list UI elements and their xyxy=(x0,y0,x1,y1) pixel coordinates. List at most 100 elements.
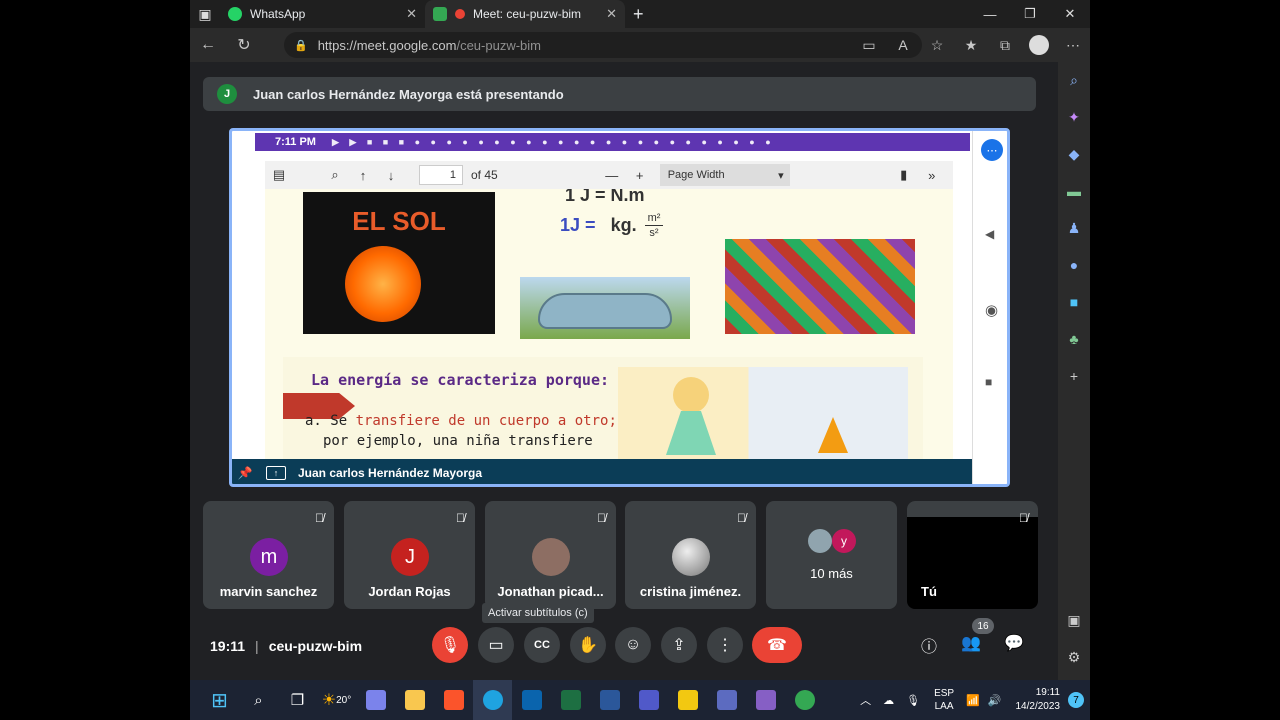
sidebar-toggle-icon[interactable]: ▤ xyxy=(265,167,293,183)
energy-point-a-example: por ejemplo, una niña transfiere xyxy=(323,433,593,449)
wifi-icon[interactable]: 📶 xyxy=(966,694,980,707)
gear-icon[interactable]: ⚙ xyxy=(1058,649,1090,666)
more-tools-icon[interactable]: » xyxy=(918,168,946,183)
close-icon[interactable]: ✕ xyxy=(606,6,617,22)
mic-off-button[interactable]: 🎙 xyxy=(432,627,468,663)
camera-off-button[interactable]: ▭ xyxy=(478,627,514,663)
camera-icon[interactable]: ▭ xyxy=(852,37,886,54)
girl-head xyxy=(673,377,709,413)
collections-icon[interactable]: ⧉ xyxy=(988,37,1022,54)
search-icon[interactable]: ⌕ xyxy=(321,167,349,183)
captions-button[interactable]: CC xyxy=(524,627,560,663)
participant-tile[interactable]: 🎙̸ J Jordan Rojas xyxy=(344,501,475,609)
bookmark-icon[interactable]: ▮ xyxy=(890,167,918,183)
reload-icon[interactable]: ↻ xyxy=(226,28,262,62)
minimize-icon[interactable]: — xyxy=(970,0,1010,28)
maximize-icon[interactable]: ❐ xyxy=(1010,0,1050,28)
close-icon[interactable]: ✕ xyxy=(406,6,417,22)
raise-hand-button[interactable]: ✋ xyxy=(570,627,606,663)
pin-icon[interactable]: 📌 xyxy=(232,466,258,480)
meeting-code: ceu-puzw-bim xyxy=(268,638,363,654)
whatsapp-icon xyxy=(228,7,242,21)
edge-icon[interactable] xyxy=(473,680,512,720)
zoom-select[interactable]: Page Width ▾ xyxy=(659,164,790,186)
favorites-icon[interactable]: ★ xyxy=(954,37,988,54)
games-icon[interactable]: ♟ xyxy=(1058,220,1090,237)
chrome-icon[interactable] xyxy=(785,680,824,720)
leave-call-button[interactable]: ☎ xyxy=(752,627,802,663)
participant-tile[interactable]: 🎙̸ cristina jiménez. xyxy=(625,501,756,609)
clock[interactable]: 19:11 14/2/2023 xyxy=(1016,686,1061,714)
cloud-icon[interactable]: ☁ xyxy=(883,694,894,707)
teams-icon[interactable] xyxy=(629,680,668,720)
visual-studio-icon[interactable] xyxy=(746,680,785,720)
fraction-numerator: m² xyxy=(647,212,661,224)
people-icon[interactable]: 👥 xyxy=(959,633,983,653)
favorite-icon[interactable]: ☆ xyxy=(920,37,954,54)
recents-square-icon[interactable]: ■ xyxy=(985,375,992,389)
office-icon[interactable]: ● xyxy=(1058,257,1090,273)
participant-name: Jonathan picad... xyxy=(497,584,604,599)
teams-chat-icon[interactable] xyxy=(356,680,395,720)
sun-disc xyxy=(345,246,421,322)
more-options-button[interactable]: ⋮ xyxy=(707,627,743,663)
search-icon[interactable]: ⌕ xyxy=(239,680,278,720)
close-window-icon[interactable]: ✕ xyxy=(1050,0,1090,28)
brave-icon[interactable] xyxy=(434,680,473,720)
snip-icon[interactable] xyxy=(707,680,746,720)
down-arrow-icon[interactable]: ↓ xyxy=(377,168,405,183)
tree-icon[interactable]: ♣ xyxy=(1058,331,1090,347)
pdf-toolbar: ▤ ⌕ ↑ ↓ 1 of 45 — + Page Width ▾ ▮ » xyxy=(265,161,953,189)
page-number-input[interactable]: 1 xyxy=(419,165,463,185)
emoji-button[interactable]: ☺ xyxy=(615,627,651,663)
presenter-footer: 📌 ↑ Juan carlos Hernández Mayorga xyxy=(232,459,972,484)
meet-area: J Juan carlos Hernández Mayorga está pre… xyxy=(190,62,1058,680)
tab-meet[interactable]: Meet: ceu-puzw-bim ✕ xyxy=(425,0,625,28)
excel-icon[interactable] xyxy=(551,680,590,720)
read-aloud-icon[interactable]: A xyxy=(886,37,920,53)
participant-tile[interactable]: 🎙̸ Jonathan picad... xyxy=(485,501,616,609)
shopping-icon[interactable]: ◆ xyxy=(1058,146,1090,163)
self-name: Tú xyxy=(921,584,937,599)
task-view-icon[interactable]: ❐ xyxy=(278,680,317,720)
meeting-details-icon[interactable]: ⓘ xyxy=(917,633,941,657)
file-explorer-icon[interactable] xyxy=(395,680,434,720)
more-icon[interactable]: ⋯ xyxy=(1056,37,1090,54)
add-icon[interactable]: + xyxy=(1058,368,1090,384)
new-tab-button[interactable]: + xyxy=(625,0,652,28)
present-now-button[interactable]: ⇪ xyxy=(661,627,697,663)
zoom-out-icon[interactable]: — xyxy=(598,168,626,183)
zoom-in-icon[interactable]: + xyxy=(626,168,654,183)
outlook-icon[interactable]: ■ xyxy=(1058,294,1090,310)
microphone-icon[interactable]: 🎙 xyxy=(906,694,920,707)
notification-badge[interactable]: 7 xyxy=(1068,692,1084,708)
volume-icon[interactable]: 🔊 xyxy=(988,694,1002,707)
word-icon[interactable] xyxy=(590,680,629,720)
copilot-icon[interactable]: ✦ xyxy=(1058,109,1090,126)
outlook-icon[interactable] xyxy=(512,680,551,720)
up-arrow-icon[interactable]: ↑ xyxy=(349,168,377,183)
chevron-up-icon[interactable]: ︿ xyxy=(860,692,871,708)
notes-icon[interactable] xyxy=(668,680,707,720)
chat-icon[interactable]: 💬 xyxy=(1002,633,1026,653)
more-participants-tile[interactable]: y 10 más xyxy=(766,501,897,609)
self-tile[interactable]: 🎙̸ Tú xyxy=(907,501,1038,609)
home-circle-icon[interactable]: ◉ xyxy=(985,301,998,319)
avatar[interactable] xyxy=(1029,35,1049,55)
back-triangle-icon[interactable]: ◀ xyxy=(985,227,994,241)
more-icon[interactable]: ⋯ xyxy=(981,139,1003,161)
tab-whatsapp[interactable]: WhatsApp ✕ xyxy=(220,0,425,28)
search-icon[interactable]: ⌕ xyxy=(1058,72,1090,89)
tools-icon[interactable]: ▬ xyxy=(1058,183,1090,199)
url-field[interactable]: 🔒 https://meet.google.com /ceu-puzw-bim xyxy=(284,32,922,58)
language-layout: LAA xyxy=(934,701,954,712)
address-bar: ← ↻ 🔒 https://meet.google.com /ceu-puzw-… xyxy=(190,28,1090,62)
tab-actions-icon[interactable]: ▣ xyxy=(190,0,220,28)
sidebar-layout-icon[interactable]: ▣ xyxy=(1058,612,1090,629)
participant-tile[interactable]: 🎙̸ m marvin sanchez xyxy=(203,501,334,609)
back-arrow-icon[interactable]: ← xyxy=(190,28,226,62)
weather-icon[interactable]: ☀ 20° xyxy=(317,680,356,720)
language-indicator[interactable]: ESP LAA xyxy=(934,687,954,713)
presentation-view[interactable]: 7:11 PM ▶ ▶ ■ ■ ■ ● ● ● ● ● ● ● ● ● ● ● … xyxy=(229,128,1010,487)
windows-start-icon[interactable]: ⊞ xyxy=(200,680,239,720)
